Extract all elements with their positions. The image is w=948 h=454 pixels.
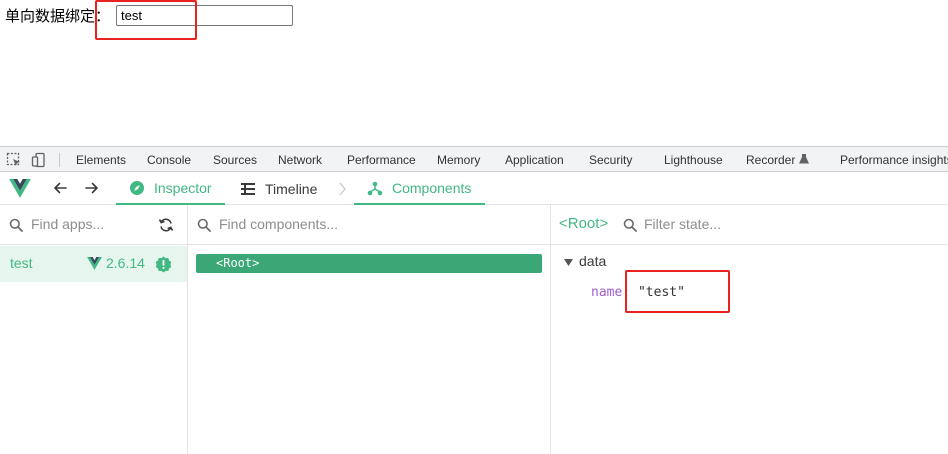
- inspect-element-icon[interactable]: [6, 152, 22, 168]
- components-search[interactable]: Find components...: [188, 205, 550, 245]
- tab-components[interactable]: Components: [354, 172, 486, 205]
- vue-logo-icon: [9, 179, 31, 198]
- tab-recorder[interactable]: Recorder: [746, 153, 795, 167]
- devtools-tab-bar: Elements Console Sources Network Perform…: [0, 146, 948, 172]
- tab-security[interactable]: Security: [589, 153, 632, 167]
- tab-timeline[interactable]: Timeline: [240, 172, 317, 205]
- tab-network[interactable]: Network: [278, 153, 322, 167]
- apps-panel: Find apps... test 2.6.14: [0, 205, 188, 454]
- app-list-item[interactable]: test 2.6.14: [0, 246, 187, 282]
- vue-logo-icon: [87, 257, 102, 270]
- state-filter-input[interactable]: Filter state...: [644, 216, 721, 232]
- breadcrumb-chevron-icon: [339, 182, 346, 196]
- toolbar-divider: [59, 153, 60, 167]
- tab-lighthouse[interactable]: Lighthouse: [664, 153, 723, 167]
- back-arrow-icon[interactable]: [52, 180, 68, 196]
- tab-performance-insights[interactable]: Performance insights: [840, 153, 948, 167]
- experiment-flask-icon: [799, 154, 809, 164]
- tab-inspector-label: Inspector: [154, 179, 212, 196]
- tab-timeline-label: Timeline: [265, 180, 318, 197]
- tab-sources[interactable]: Sources: [213, 153, 257, 167]
- app-version: 2.6.14: [106, 255, 145, 271]
- tab-memory[interactable]: Memory: [437, 153, 480, 167]
- vue-devtools-header: Inspector Timeline Components: [0, 172, 948, 205]
- tab-console[interactable]: Console: [147, 153, 191, 167]
- state-section-data[interactable]: data: [579, 253, 606, 269]
- component-tree-icon: [367, 181, 383, 195]
- state-key: name: [591, 285, 623, 300]
- search-icon: [9, 218, 23, 232]
- annotation-highlight-input: [95, 0, 197, 40]
- search-icon: [623, 218, 637, 232]
- compass-icon: [130, 180, 144, 195]
- tab-application[interactable]: Application: [505, 153, 564, 167]
- apps-search[interactable]: Find apps...: [0, 205, 187, 245]
- annotation-highlight-value: [625, 270, 730, 313]
- tab-elements[interactable]: Elements: [76, 153, 126, 167]
- app-name: test: [10, 255, 33, 271]
- state-panel: <Root> Filter state... data name: "test": [551, 205, 948, 454]
- component-tree-root[interactable]: <Root>: [196, 254, 542, 273]
- forward-arrow-icon[interactable]: [84, 180, 100, 196]
- components-panel: Find components... <Root>: [188, 205, 551, 454]
- timeline-icon: [241, 182, 255, 195]
- device-toolbar-icon[interactable]: [31, 152, 47, 168]
- state-header: <Root> Filter state...: [551, 205, 948, 245]
- warning-badge-icon: [155, 256, 172, 273]
- search-icon: [197, 218, 211, 232]
- tab-inspector[interactable]: Inspector: [116, 172, 225, 205]
- refresh-icon[interactable]: [158, 217, 174, 233]
- selected-component-name: <Root>: [559, 215, 609, 232]
- tab-components-label: Components: [392, 179, 472, 196]
- collapse-arrow-icon[interactable]: [564, 259, 573, 267]
- apps-search-placeholder: Find apps...: [31, 216, 105, 232]
- tab-performance[interactable]: Performance: [347, 153, 416, 167]
- components-search-placeholder: Find components...: [219, 216, 339, 232]
